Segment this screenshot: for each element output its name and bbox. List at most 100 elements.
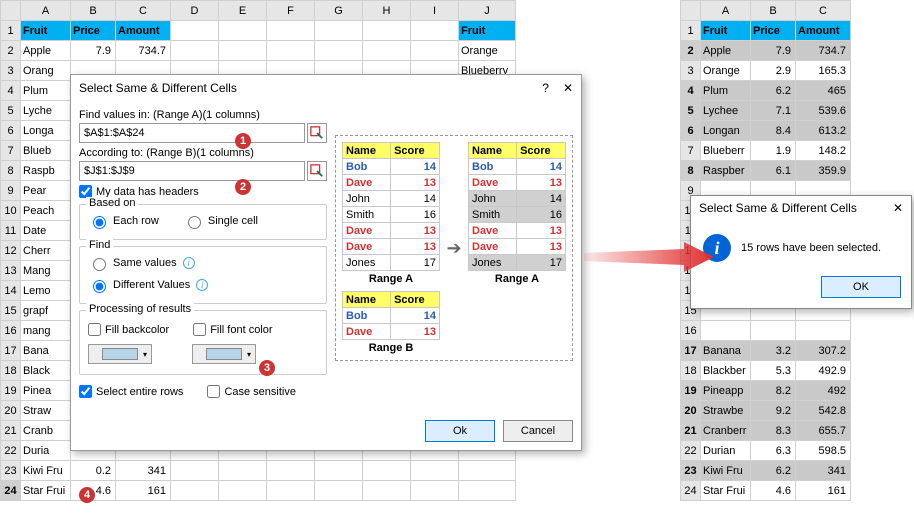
cell[interactable]: 1.9: [751, 141, 796, 161]
cell[interactable]: Bana: [21, 341, 71, 361]
row-head[interactable]: 15: [1, 301, 21, 321]
col-head[interactable]: G: [315, 1, 363, 21]
cell[interactable]: 613.2: [796, 121, 851, 141]
row-head[interactable]: 18: [681, 361, 701, 381]
cell[interactable]: 492: [796, 381, 851, 401]
cell[interactable]: Fruit: [459, 21, 516, 41]
cell[interactable]: Strawbe: [701, 401, 751, 421]
col-head[interactable]: H: [363, 1, 411, 21]
col-head[interactable]: C: [796, 1, 851, 21]
cell[interactable]: Cranb: [21, 421, 71, 441]
cell[interactable]: Fruit: [21, 21, 71, 41]
range-select-icon[interactable]: [307, 123, 327, 143]
ok-button[interactable]: Ok: [425, 420, 495, 442]
col-head[interactable]: D: [171, 1, 219, 21]
cell[interactable]: 465: [796, 81, 851, 101]
cell[interactable]: 307.2: [796, 341, 851, 361]
cell[interactable]: 734.7: [796, 41, 851, 61]
cell[interactable]: Apple: [21, 41, 71, 61]
cell[interactable]: Plum: [21, 81, 71, 101]
row-head[interactable]: 20: [1, 401, 21, 421]
corner-cell[interactable]: [1, 1, 21, 21]
col-head[interactable]: J: [459, 1, 516, 21]
cell[interactable]: grapf: [21, 301, 71, 321]
cell[interactable]: 5.3: [751, 361, 796, 381]
row-head[interactable]: 22: [681, 441, 701, 461]
col-head[interactable]: B: [751, 1, 796, 21]
cell[interactable]: Date: [21, 221, 71, 241]
col-head[interactable]: B: [71, 1, 116, 21]
fontcolor-picker[interactable]: [192, 344, 256, 364]
cell[interactable]: Durian: [701, 441, 751, 461]
cell[interactable]: 0.2: [71, 461, 116, 481]
cell[interactable]: Longan: [701, 121, 751, 141]
close-icon[interactable]: ✕: [563, 81, 573, 95]
row-head[interactable]: 22: [1, 441, 21, 461]
cell[interactable]: 7.1: [751, 101, 796, 121]
cell[interactable]: Lyche: [21, 101, 71, 121]
row-head[interactable]: 3: [1, 61, 21, 81]
select-entire-rows-checkbox[interactable]: Select entire rows: [79, 385, 183, 398]
row-head[interactable]: 1: [681, 21, 701, 41]
cell[interactable]: [459, 481, 516, 501]
row-head[interactable]: 3: [681, 61, 701, 81]
cell[interactable]: 655.7: [796, 421, 851, 441]
fill-fontcolor-checkbox[interactable]: Fill font color: [193, 323, 272, 336]
cell[interactable]: Raspb: [21, 161, 71, 181]
cell[interactable]: 148.2: [796, 141, 851, 161]
cell[interactable]: 8.4: [751, 121, 796, 141]
info-icon[interactable]: i: [183, 257, 195, 269]
row-head[interactable]: 23: [681, 461, 701, 481]
cell[interactable]: 6.2: [751, 81, 796, 101]
cell[interactable]: Mang: [21, 261, 71, 281]
cell[interactable]: Fruit: [701, 21, 751, 41]
cancel-button[interactable]: Cancel: [503, 420, 573, 442]
same-values-radio[interactable]: Same valuesi: [88, 255, 195, 271]
cell[interactable]: 161: [116, 481, 171, 501]
cell[interactable]: 8.3: [751, 421, 796, 441]
cell[interactable]: 341: [796, 461, 851, 481]
cell[interactable]: Lychee: [701, 101, 751, 121]
row-head[interactable]: 4: [1, 81, 21, 101]
cell[interactable]: Orang: [21, 61, 71, 81]
cell[interactable]: 7.9: [751, 41, 796, 61]
cell[interactable]: Kiwi Fru: [701, 461, 751, 481]
cell[interactable]: mang: [21, 321, 71, 341]
row-head[interactable]: 10: [1, 201, 21, 221]
cell[interactable]: 6.3: [751, 441, 796, 461]
row-head[interactable]: 12: [1, 241, 21, 261]
cell[interactable]: Amount: [796, 21, 851, 41]
row-head[interactable]: 18: [1, 361, 21, 381]
cell[interactable]: 9.2: [751, 401, 796, 421]
cell[interactable]: 4.6: [751, 481, 796, 501]
cell[interactable]: Amount: [116, 21, 171, 41]
cell[interactable]: 359.9: [796, 161, 851, 181]
case-sensitive-checkbox[interactable]: Case sensitive: [207, 385, 296, 398]
cell[interactable]: 2.9: [751, 61, 796, 81]
row-head[interactable]: 4: [681, 81, 701, 101]
cell[interactable]: Duria: [21, 441, 71, 461]
backcolor-picker[interactable]: [88, 344, 152, 364]
row-head[interactable]: 13: [1, 261, 21, 281]
col-head[interactable]: A: [701, 1, 751, 21]
info-icon[interactable]: i: [196, 279, 208, 291]
row-head[interactable]: 24: [1, 481, 21, 501]
single-cell-radio[interactable]: Single cell: [183, 213, 258, 229]
cell[interactable]: 341: [116, 461, 171, 481]
corner-cell[interactable]: [681, 1, 701, 21]
cell[interactable]: Cranberr: [701, 421, 751, 441]
row-head[interactable]: 24: [681, 481, 701, 501]
cell[interactable]: Price: [71, 21, 116, 41]
cell[interactable]: Orange: [701, 61, 751, 81]
cell[interactable]: Kiwi Fru: [21, 461, 71, 481]
col-head[interactable]: C: [116, 1, 171, 21]
row-head[interactable]: 23: [1, 461, 21, 481]
cell[interactable]: 3.2: [751, 341, 796, 361]
col-head[interactable]: I: [411, 1, 459, 21]
row-head[interactable]: 21: [681, 421, 701, 441]
cell[interactable]: Star Frui: [21, 481, 71, 501]
col-head[interactable]: A: [21, 1, 71, 21]
cell[interactable]: 542.8: [796, 401, 851, 421]
row-head[interactable]: 17: [1, 341, 21, 361]
different-values-radio[interactable]: Different Valuesi: [88, 277, 208, 293]
